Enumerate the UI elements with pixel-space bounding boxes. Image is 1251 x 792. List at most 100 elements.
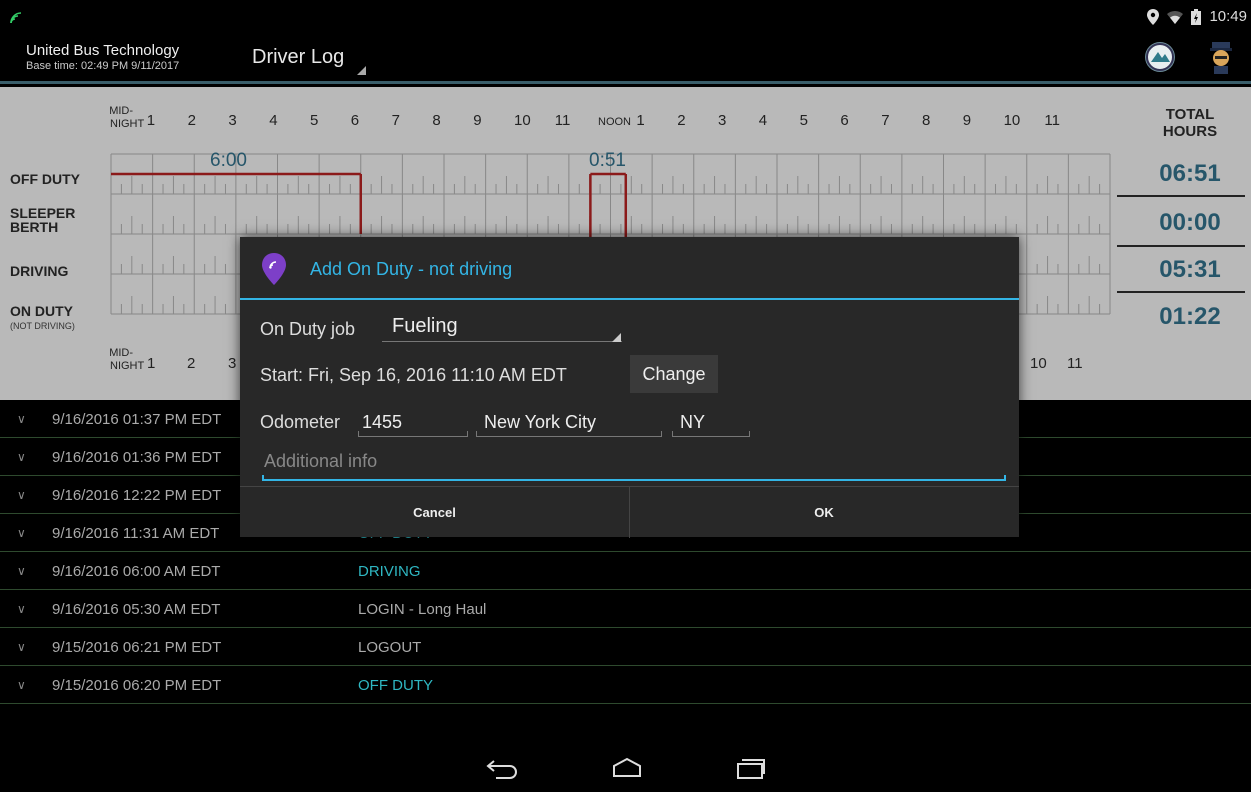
- city-underline: [476, 431, 662, 437]
- odometer-input[interactable]: 1455: [362, 412, 402, 433]
- total-divider: [1117, 195, 1245, 197]
- total-hours-header: TOTAL HOURS: [1162, 106, 1218, 140]
- hour-label-top: 4: [758, 112, 768, 129]
- state-underline: [672, 431, 750, 437]
- row-label-driving: DRIVING: [10, 263, 69, 279]
- hour-label-bottom: 3: [228, 355, 237, 372]
- clock: 10:49: [1209, 8, 1247, 25]
- event-timestamp: 9/16/2016 11:31 AM EDT: [52, 525, 220, 542]
- app-name: United Bus Technology: [26, 42, 180, 59]
- app-pin-icon: [262, 253, 286, 285]
- chevron-down-icon[interactable]: ∨: [17, 412, 26, 426]
- midnight-label-top: MID- NIGHT: [109, 105, 145, 130]
- chevron-down-icon[interactable]: ∨: [17, 450, 26, 464]
- hour-label-top: 9: [473, 112, 482, 129]
- duration-annotation: 0:51: [589, 150, 626, 171]
- event-timestamp: 9/16/2016 01:36 PM EDT: [52, 449, 222, 466]
- hour-label-top: 9: [962, 112, 972, 129]
- chevron-down-icon[interactable]: ∨: [17, 488, 26, 502]
- hour-label-top: 8: [432, 112, 441, 129]
- hour-label-top: 10: [1003, 112, 1021, 129]
- event-timestamp: 9/16/2016 01:37 PM EDT: [52, 411, 222, 428]
- home-icon[interactable]: [610, 756, 644, 778]
- duration-annotation: 6:00: [210, 150, 247, 171]
- event-row[interactable]: ∨ 9/15/2016 06:21 PM EDT LOGOUT: [0, 628, 1251, 666]
- event-row[interactable]: ∨ 9/16/2016 06:00 AM EDT DRIVING: [0, 552, 1251, 590]
- row-label-on-duty: ON DUTY: [10, 303, 73, 319]
- chevron-down-icon[interactable]: ∨: [17, 602, 26, 616]
- action-bar: United Bus Technology Base time: 02:49 P…: [0, 30, 1251, 84]
- total-sleeper: 00:00: [1159, 209, 1221, 236]
- hour-label-top: 6: [350, 112, 360, 129]
- event-row[interactable]: ∨ 9/16/2016 05:30 AM EDT LOGIN - Long Haul: [0, 590, 1251, 628]
- chevron-down-icon[interactable]: ∨: [17, 640, 26, 654]
- chevron-down-icon[interactable]: ∨: [17, 678, 26, 692]
- hour-label-top: 11: [1044, 112, 1060, 129]
- hour-label-top: 2: [187, 112, 196, 129]
- dialog-title-bar: Add On Duty - not driving: [240, 237, 1019, 300]
- signal-icon: [10, 12, 22, 24]
- status-bar: 10:49: [0, 0, 1251, 30]
- cancel-button[interactable]: Cancel: [240, 487, 629, 538]
- row-label-off-duty: OFF DUTY: [10, 171, 80, 187]
- hour-label-top: 7: [391, 112, 400, 129]
- hour-label-top: 7: [881, 112, 890, 129]
- event-type: LOGIN - Long Haul: [358, 601, 487, 618]
- row-label-sleeper: SLEEPER BERTH: [10, 205, 76, 235]
- total-driving: 05:31: [1159, 256, 1221, 283]
- sync-icon[interactable]: [1145, 42, 1175, 72]
- additional-info-input[interactable]: Additional info: [264, 451, 377, 472]
- row-sublabel-not-driving: (NOT DRIVING): [10, 321, 75, 331]
- hour-label-bottom: 10: [1030, 355, 1047, 372]
- event-timestamp: 9/16/2016 06:00 AM EDT: [52, 563, 221, 580]
- event-type: DRIVING: [358, 563, 421, 580]
- on-duty-job-spinner[interactable]: Fueling: [392, 315, 458, 338]
- event-timestamp: 9/16/2016 12:22 PM EDT: [52, 487, 222, 504]
- base-time: Base time: 02:49 PM 9/11/2017: [26, 60, 180, 72]
- change-start-button[interactable]: Change: [630, 355, 718, 393]
- recent-apps-icon[interactable]: [736, 756, 766, 780]
- event-type: OFF DUTY: [358, 677, 433, 694]
- driver-avatar-icon[interactable]: [1208, 40, 1234, 74]
- hour-label-top: 1: [146, 112, 156, 129]
- spinner-arrow-icon: [612, 333, 621, 342]
- hour-label-top: 5: [799, 112, 808, 129]
- hour-label-top: 5: [310, 112, 319, 129]
- navigation-bar: [0, 742, 1251, 792]
- hour-label-bottom: 11: [1067, 355, 1083, 372]
- event-type: LOGOUT: [358, 639, 422, 656]
- total-divider: [1117, 245, 1245, 247]
- chevron-down-icon[interactable]: ∨: [17, 526, 26, 540]
- total-off-duty: 06:51: [1159, 160, 1221, 187]
- hour-label-top: 11: [554, 112, 571, 129]
- dialog-title: Add On Duty - not driving: [310, 259, 513, 279]
- hour-label-top: 8: [922, 112, 931, 129]
- spinner-underline: [382, 341, 622, 342]
- total-divider: [1117, 291, 1245, 293]
- event-timestamp: 9/16/2016 05:30 AM EDT: [52, 601, 221, 618]
- city-input[interactable]: New York City: [484, 412, 596, 433]
- hour-label-top: 1: [636, 112, 645, 129]
- event-row[interactable]: ∨ 9/15/2016 06:20 PM EDT OFF DUTY: [0, 666, 1251, 704]
- start-time-text: Start: Fri, Sep 16, 2016 11:10 AM EDT: [260, 365, 567, 385]
- event-timestamp: 9/15/2016 06:20 PM EDT: [52, 677, 222, 694]
- total-on-duty: 01:22: [1159, 303, 1221, 330]
- additional-info-underline: [262, 475, 1006, 481]
- wifi-icon: [1167, 10, 1184, 24]
- midnight-label-bottom: MID- NIGHT: [109, 347, 145, 372]
- location-icon: [1147, 8, 1160, 25]
- chevron-down-icon[interactable]: ∨: [17, 564, 26, 578]
- event-timestamp: 9/15/2016 06:21 PM EDT: [52, 639, 222, 656]
- add-on-duty-dialog: Add On Duty - not driving On Duty job Fu…: [240, 237, 1019, 538]
- ok-button[interactable]: OK: [629, 487, 1018, 538]
- screen-title-spinner[interactable]: Driver Log: [252, 46, 344, 69]
- dialog-button-bar: Cancel OK: [240, 486, 1019, 538]
- odometer-underline: [358, 431, 468, 437]
- hour-label-top: 3: [718, 112, 727, 129]
- hour-label-top: 10: [514, 112, 531, 129]
- state-input[interactable]: NY: [680, 412, 705, 433]
- hour-label-top: 6: [840, 112, 849, 129]
- hour-label-bottom: 2: [187, 355, 196, 372]
- back-icon[interactable]: [486, 757, 520, 779]
- hour-label-top: 4: [269, 112, 278, 129]
